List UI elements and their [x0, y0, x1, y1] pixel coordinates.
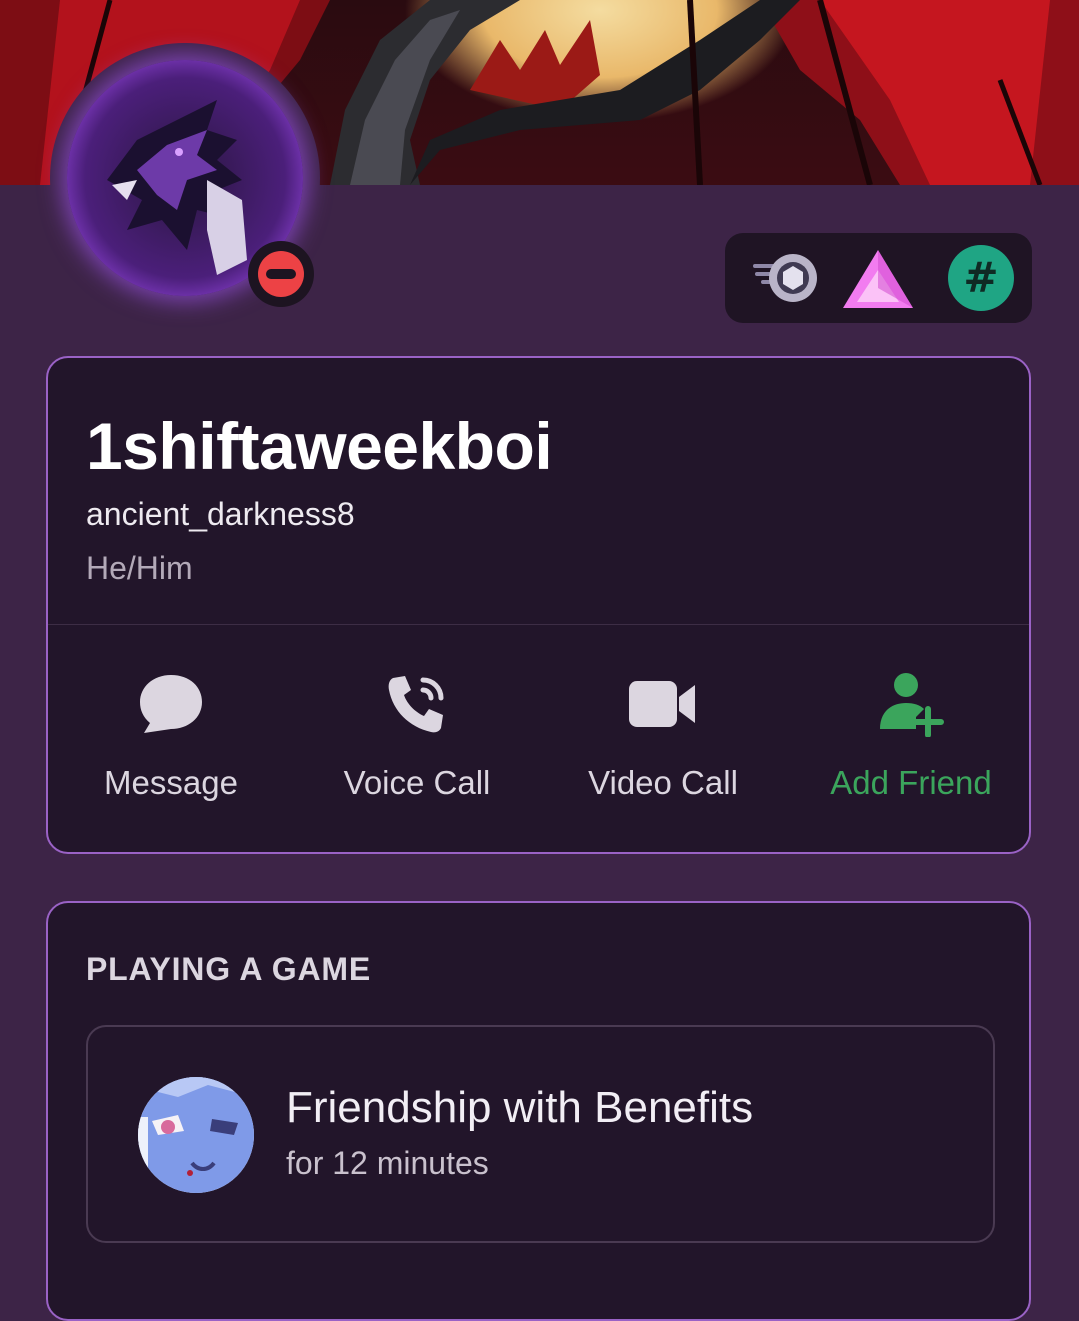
game-activity[interactable]: Friendship with Benefits for 12 minutes	[86, 1025, 995, 1243]
svg-text:#: #	[963, 253, 998, 302]
voice-call-button[interactable]: Voice Call	[297, 668, 537, 808]
message-bubble-icon	[138, 668, 204, 740]
divider	[48, 624, 1029, 625]
game-name: Friendship with Benefits	[286, 1083, 754, 1132]
display-name: 1shiftaweekboi	[86, 409, 553, 483]
message-button[interactable]: Message	[51, 668, 291, 808]
status-dnd-icon	[248, 241, 314, 307]
video-call-button[interactable]: Video Call	[543, 668, 783, 808]
nitro-boost-icon[interactable]	[753, 244, 821, 312]
channel-hash-icon[interactable]: #	[947, 244, 1015, 312]
username: ancient_darkness8	[86, 496, 355, 532]
phone-icon	[385, 668, 449, 740]
activity-card: PLAYING A GAME Friendship with Benefits …	[46, 901, 1031, 1321]
video-call-label: Video Call	[588, 764, 738, 801]
hypesquad-icon[interactable]	[839, 244, 913, 312]
add-friend-label: Add Friend	[830, 764, 992, 801]
action-bar: Message Voice Call Video Call Add Friend	[48, 668, 1029, 818]
profile-card: 1shiftaweekboi ancient_darkness8 He/Him …	[46, 356, 1031, 854]
voice-call-label: Voice Call	[343, 764, 491, 801]
video-camera-icon	[629, 668, 697, 740]
game-icon	[138, 1077, 254, 1193]
add-friend-button[interactable]: Add Friend	[791, 668, 1031, 808]
add-friend-icon	[876, 668, 946, 740]
badge-list: #	[725, 233, 1032, 323]
pronouns: He/Him	[86, 550, 193, 586]
activity-section-title: PLAYING A GAME	[86, 951, 372, 987]
game-duration: for 12 minutes	[286, 1145, 489, 1181]
message-label: Message	[104, 764, 238, 801]
